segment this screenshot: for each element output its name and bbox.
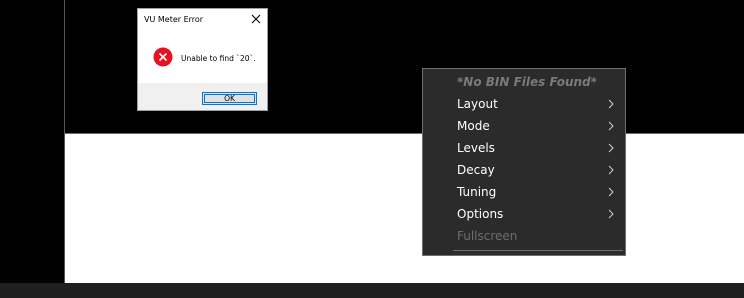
menu-item-mode[interactable]: Mode bbox=[423, 115, 625, 137]
chevron-right-icon bbox=[608, 209, 614, 219]
taskbar bbox=[0, 283, 744, 298]
menu-item-label: *No BIN Files Found* bbox=[457, 75, 597, 89]
menu-item-fullscreen: Fullscreen bbox=[423, 225, 625, 247]
menu-item-layout[interactable]: Layout bbox=[423, 93, 625, 115]
chevron-right-icon bbox=[608, 143, 614, 153]
menu-item-label: Fullscreen bbox=[457, 229, 518, 243]
menu-item-label: Options bbox=[457, 207, 504, 221]
error-dialog: VU Meter Error Unable to find `20`. OK bbox=[137, 8, 268, 111]
dialog-title-bar[interactable]: VU Meter Error bbox=[138, 9, 267, 31]
menu-item-label: Layout bbox=[457, 97, 498, 111]
menu-item-decay[interactable]: Decay bbox=[423, 159, 625, 181]
ok-button[interactable]: OK bbox=[202, 92, 257, 105]
menu-item-options[interactable]: Options bbox=[423, 203, 625, 225]
menu-separator bbox=[453, 250, 623, 251]
chevron-right-icon bbox=[608, 121, 614, 131]
menu-item-label: Decay bbox=[457, 163, 495, 177]
dialog-message: Unable to find `20`. bbox=[181, 54, 256, 63]
menu-item-levels[interactable]: Levels bbox=[423, 137, 625, 159]
vu-meter-canvas[interactable] bbox=[64, 133, 744, 284]
close-icon[interactable] bbox=[249, 12, 263, 26]
menu-item-tuning[interactable]: Tuning bbox=[423, 181, 625, 203]
dialog-title: VU Meter Error bbox=[144, 15, 204, 24]
context-menu: *No BIN Files Found* Layout Mode Levels … bbox=[422, 68, 626, 256]
menu-item-label: Mode bbox=[457, 119, 490, 133]
error-icon bbox=[153, 47, 173, 67]
menu-item-label: Tuning bbox=[457, 185, 497, 199]
menu-item-label: Levels bbox=[457, 141, 495, 155]
chevron-right-icon bbox=[608, 187, 614, 197]
dialog-body: Unable to find `20`. bbox=[138, 31, 267, 83]
menu-item-no-bin-files: *No BIN Files Found* bbox=[423, 71, 625, 93]
chevron-right-icon bbox=[608, 99, 614, 109]
chevron-right-icon bbox=[608, 165, 614, 175]
